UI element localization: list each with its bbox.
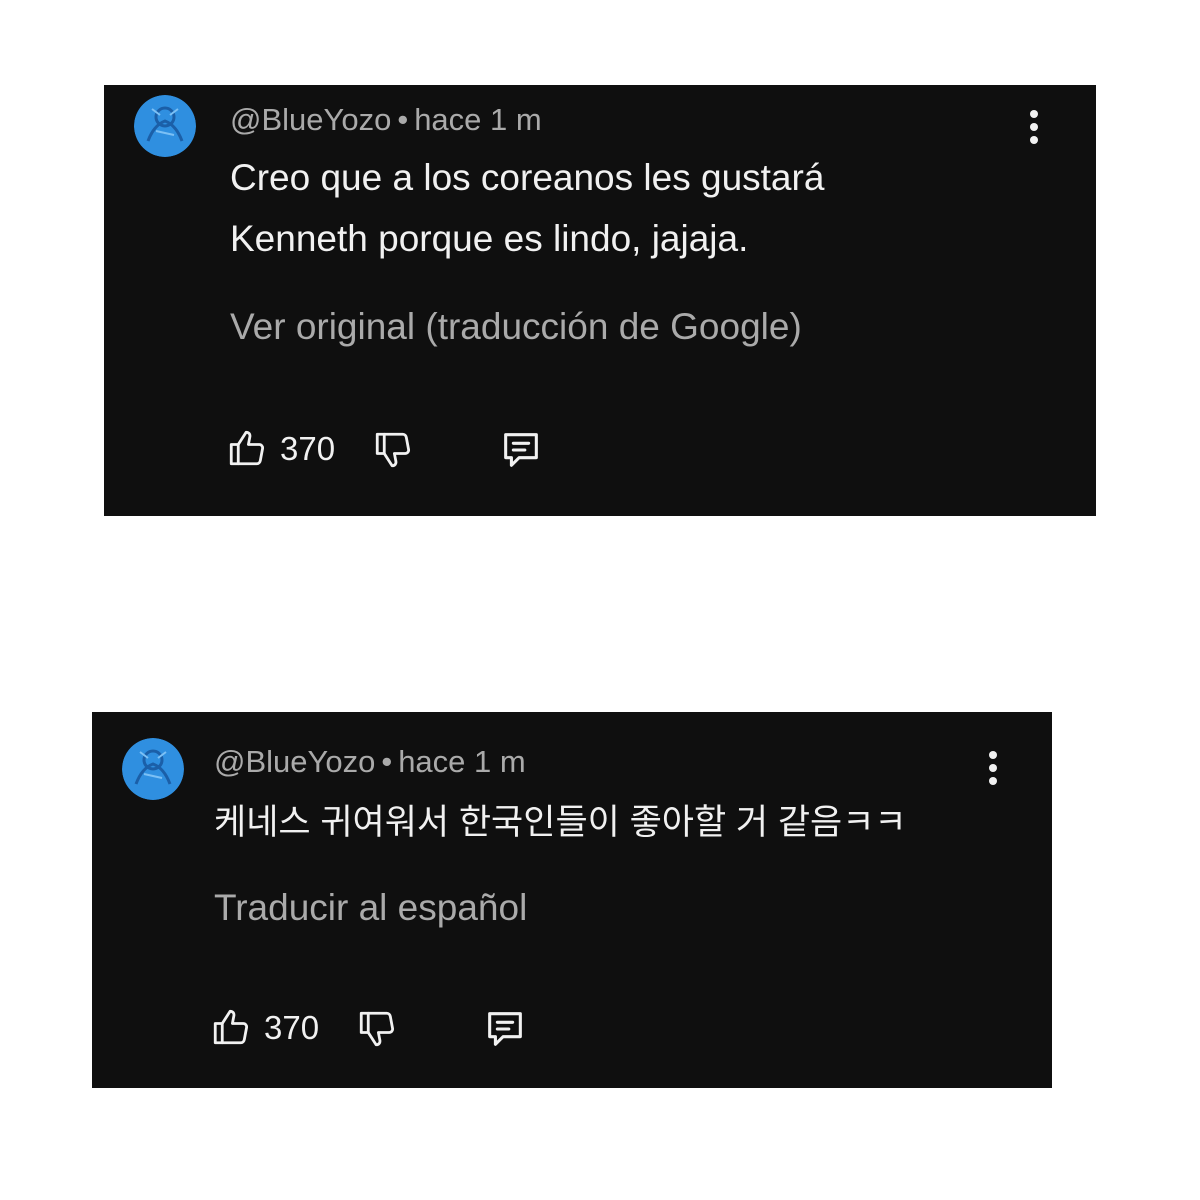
thumbs-down-icon[interactable] — [372, 429, 414, 471]
avatar[interactable] — [134, 95, 196, 157]
comment-text: Creo que a los coreanos les gustará Kenn… — [230, 147, 824, 269]
thumbs-up-icon[interactable] — [226, 427, 268, 469]
comment-text-line: Kenneth porque es lindo, jajaja. — [230, 218, 749, 259]
comment-reply-icon[interactable] — [498, 427, 544, 473]
comment-text-line: 케네스 귀여워서 한국인들이 좋아할 거 같음ㅋㅋ — [214, 803, 907, 842]
comment-card: @BlueYozo • hace 1 m 케네스 귀여워서 한국인들이 좋아할 거 … — [92, 712, 1052, 1088]
meta-separator: • — [397, 102, 409, 137]
comment-text-line: Creo que a los coreanos les gustará — [230, 157, 825, 198]
more-vertical-icon[interactable] — [1019, 107, 1049, 147]
avatar[interactable] — [122, 738, 184, 800]
thumbs-up-icon[interactable] — [210, 1006, 252, 1048]
comment-meta: @BlueYozo • hace 1 m — [214, 744, 526, 780]
translate-link[interactable]: Traducir al español — [214, 886, 527, 930]
comment-time: hace 1 m — [414, 102, 542, 137]
like-count: 370 — [280, 430, 336, 467]
view-original-link[interactable]: Ver original (traducción de Google) — [230, 305, 802, 349]
like-count: 370 — [264, 1009, 320, 1046]
comment-time: hace 1 m — [398, 744, 526, 779]
comment-text: 케네스 귀여워서 한국인들이 좋아할 거 같음ㅋㅋ — [214, 792, 907, 853]
more-vertical-icon[interactable] — [978, 748, 1008, 788]
comment-card: @BlueYozo • hace 1 m Creo que a los corean… — [104, 85, 1096, 516]
author-handle[interactable]: @BlueYozo — [230, 102, 391, 137]
comment-reply-icon[interactable] — [482, 1006, 528, 1052]
thumbs-down-icon[interactable] — [356, 1008, 398, 1050]
comment-meta: @BlueYozo • hace 1 m — [230, 102, 542, 138]
author-handle[interactable]: @BlueYozo — [214, 744, 375, 779]
meta-separator: • — [381, 744, 393, 779]
